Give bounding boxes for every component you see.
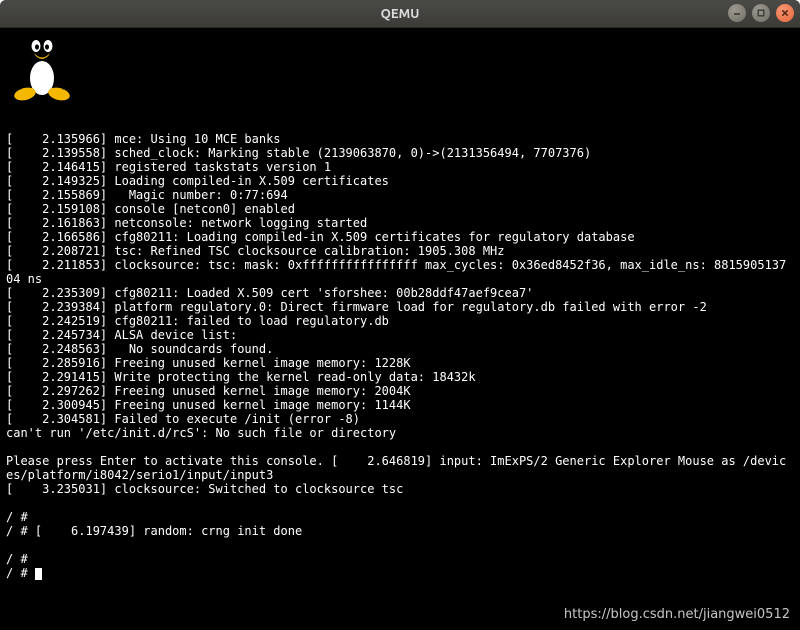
text-cursor <box>35 568 42 580</box>
qemu-window: QEMU [ <box>0 0 800 630</box>
close-icon <box>780 8 790 18</box>
terminal-viewport[interactable]: [ 2.135966] mce: Using 10 MCE banks [ 2.… <box>0 28 800 630</box>
watermark-text: https://blog.csdn.net/jiangwei0512 <box>564 608 790 622</box>
window-title: QEMU <box>0 7 800 21</box>
shell-prompt: / # <box>6 566 35 580</box>
maximize-icon <box>756 8 766 18</box>
close-button[interactable] <box>776 4 794 22</box>
minimize-icon <box>732 8 742 18</box>
boot-log: [ 2.135966] mce: Using 10 MCE banks [ 2.… <box>6 132 794 580</box>
titlebar[interactable]: QEMU <box>0 0 800 28</box>
boot-log-text: [ 2.135966] mce: Using 10 MCE banks [ 2.… <box>6 132 786 566</box>
window-controls <box>728 4 794 22</box>
maximize-button[interactable] <box>752 4 770 22</box>
minimize-button[interactable] <box>728 4 746 22</box>
tux-penguin-icon <box>10 28 74 102</box>
